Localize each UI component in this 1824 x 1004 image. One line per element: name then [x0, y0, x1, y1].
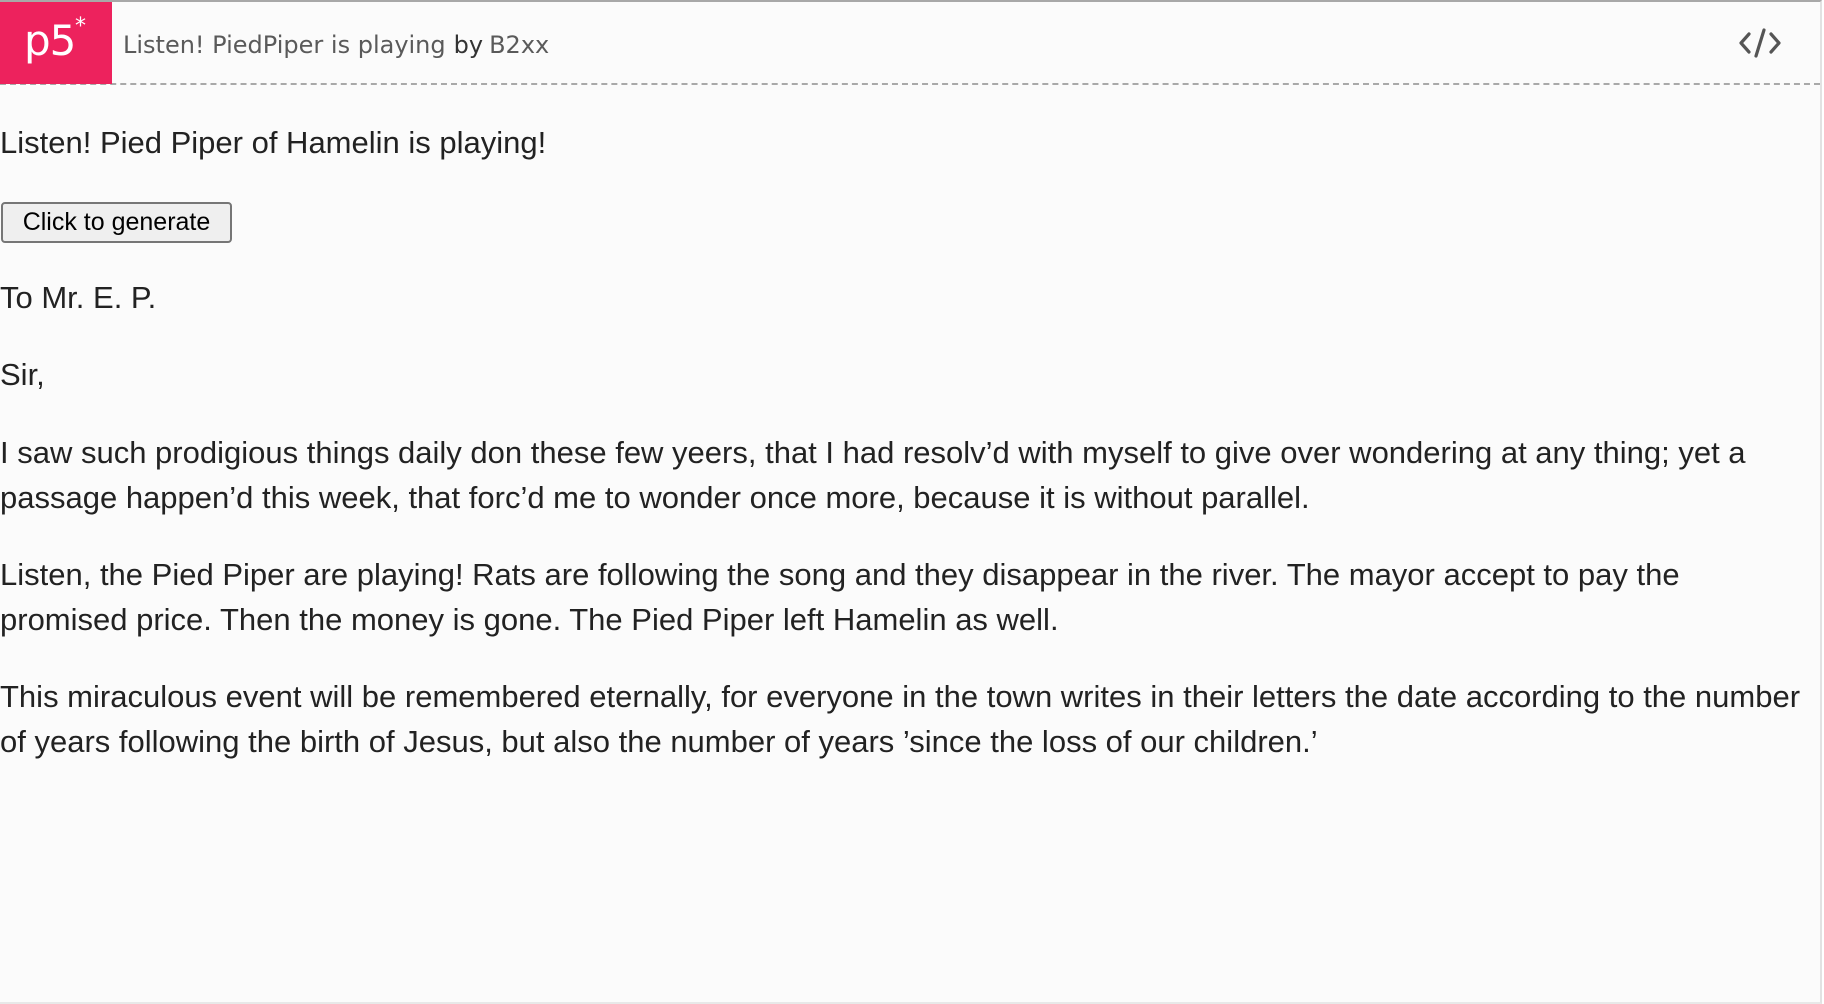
letter-paragraph: This miraculous event will be remembered… [0, 679, 1801, 759]
letter-paragraph: I saw such prodigious things daily don t… [0, 435, 1746, 515]
letter-salutation: To Mr. E. P. [0, 280, 157, 315]
by-label: by [453, 31, 484, 59]
intro-text: Listen! Pied Piper of Hamelin is playing… [0, 125, 547, 160]
sketch-embed-frame: p5 * Listen! PiedPiper is playing by B2xx … [0, 0, 1822, 1004]
letter-paragraph: Listen, the Pied Piper are playing! Rats… [0, 557, 1680, 637]
code-brackets-icon[interactable] [1738, 26, 1782, 60]
embed-header: p5 * Listen! PiedPiper is playing by B2xx [0, 2, 1820, 85]
generate-button[interactable]: Click to generate [1, 202, 232, 243]
p5-logo[interactable]: p5 * [0, 2, 112, 84]
author-link[interactable]: B2xx [489, 31, 549, 59]
logo-text: p5 [24, 16, 76, 65]
sketch-info: Listen! PiedPiper is playing by B2xx [123, 30, 549, 60]
logo-asterisk: * [75, 14, 86, 39]
letter-greeting: Sir, [0, 357, 45, 392]
sketch-title: Listen! PiedPiper is playing [123, 31, 446, 59]
